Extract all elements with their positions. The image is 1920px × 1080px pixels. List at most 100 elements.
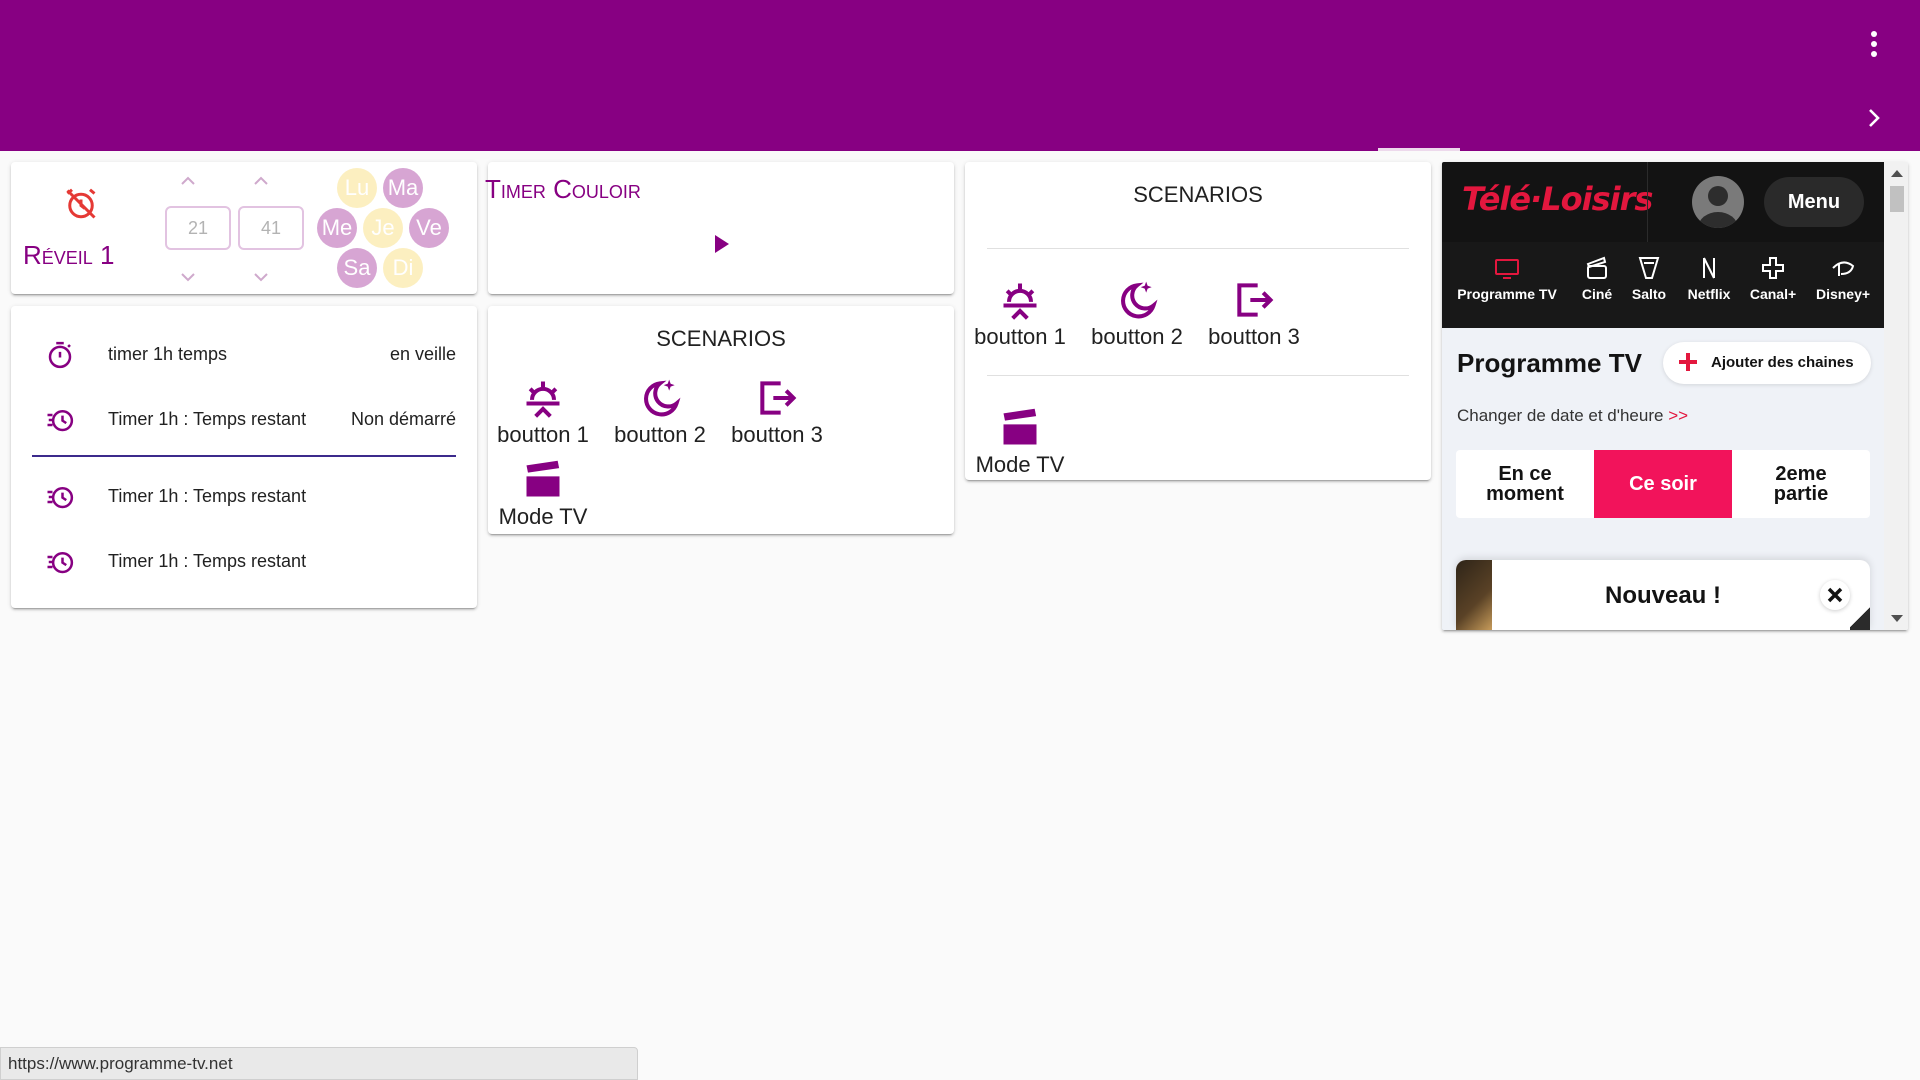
close-icon[interactable] [1820,580,1850,610]
clapperboard-icon [1586,256,1607,279]
timer-icon [48,341,72,369]
divider [1647,162,1648,242]
tl-nav-label: Netflix [1687,286,1731,302]
day-toggle-sa[interactable]: Sa [337,248,377,288]
change-date-label: Changer de date et d'heure [1457,406,1664,425]
moon-star-icon [644,379,681,417]
scrollbar-thumb[interactable] [1890,186,1904,212]
timer-history-icon [47,552,74,574]
tab-ce-soir[interactable]: Ce soir [1594,450,1732,518]
add-channels-label: Ajouter des chaines [1711,354,1854,371]
plus-icon [1762,257,1784,279]
clapperboard-icon [1003,408,1037,445]
alarm-off-icon[interactable] [63,186,99,222]
minute-down-chevron-icon[interactable] [253,272,269,282]
logout-icon [760,381,797,415]
status-bar-url: https://www.programme-tv.net [0,1047,638,1080]
day-toggle-lu[interactable]: Lu [337,168,377,208]
tl-nav-label: Disney+ [1815,286,1871,302]
minute-input[interactable]: 41 [238,206,304,250]
change-date-arrow: >> [1668,406,1689,425]
day-toggle-me[interactable]: Me [317,208,357,248]
play-icon[interactable] [712,232,732,256]
change-date-link[interactable]: Changer de date et d'heure >> [1457,406,1688,426]
divider [32,455,456,457]
timer-row[interactable]: Timer 1h : Temps restant Non démarré [11,399,477,439]
scroll-down-icon[interactable] [1891,615,1903,622]
day-toggle-ma[interactable]: Ma [383,168,423,208]
timer-history-icon [47,487,74,509]
scenario-button-3[interactable]: boutton 3 [722,376,832,456]
tl-nav-cine[interactable]: Ciné [1572,254,1622,302]
timers-card: timer 1h temps en veille Timer 1h : Temp… [11,306,477,608]
timer-couloir-card: Timer Couloir [485,162,954,294]
chevron-right-icon[interactable] [1862,106,1886,130]
mode-tv-button[interactable]: Mode TV [488,458,598,538]
timer-status: en veille [389,344,456,364]
timer-status: Non démarré [350,409,456,429]
logout-icon [1237,283,1274,317]
user-icon [1698,186,1738,228]
scenario-button-1[interactable]: boutton 1 [965,278,1075,358]
scenario-label: boutton 1 [497,422,589,447]
more-options-icon[interactable] [1868,28,1880,62]
mode-tv-button[interactable]: Mode TV [965,406,1075,486]
timer-row[interactable]: Timer 1h : Temps restant [11,541,477,581]
timer-history-icon [47,410,74,432]
tab-label: Ce soir [1629,473,1697,495]
day-toggle-je[interactable]: Je [363,208,403,248]
new-banner: Nouveau ! [1456,560,1870,630]
tl-heading: Programme TV [1457,348,1642,378]
scenario-button-1[interactable]: boutton 1 [488,376,598,456]
divider [987,248,1409,249]
alarm-title: Réveil 1 [23,240,115,270]
tl-nav-label: Programme TV [1457,286,1557,302]
scenario-label: boutton 3 [731,422,823,447]
tele-loisirs-iframe: Télé·Loisirs Menu Programme TV Ciné Salt… [1442,162,1908,630]
timer-label: timer 1h temps [108,344,228,364]
netflix-icon [1703,257,1715,279]
timer-label: Timer 1h : Temps restant [108,409,307,429]
tl-nav-disney[interactable]: Disney+ [1806,254,1880,302]
scenario-button-2[interactable]: boutton 2 [605,376,715,456]
tab-2eme-partie[interactable]: 2eme partie [1732,450,1870,518]
tl-header: Télé·Loisirs Menu [1442,162,1884,242]
minute-up-chevron-icon[interactable] [253,176,269,186]
add-channels-button[interactable]: Ajouter des chaines [1663,342,1871,384]
clapperboard-icon [526,460,560,497]
card-title: Timer Couloir [485,174,641,204]
avatar[interactable] [1692,176,1744,228]
scroll-up-icon[interactable] [1891,170,1903,177]
tv-icon [1495,259,1519,279]
hour-down-chevron-icon[interactable] [180,272,196,282]
banner-title: Nouveau ! [1604,582,1721,609]
card-title: SCENARIOS [1133,182,1263,207]
scenario-label: boutton 1 [974,324,1066,349]
tl-nav-label: Ciné [1581,286,1613,302]
sunrise-icon [1003,283,1037,320]
scrollbar[interactable] [1884,162,1908,630]
hour-up-chevron-icon[interactable] [180,176,196,186]
timer-row[interactable]: timer 1h temps en veille [11,334,477,374]
tl-logo[interactable]: Télé·Loisirs [1462,180,1653,218]
hour-input[interactable]: 21 [165,206,231,250]
day-toggle-di[interactable]: Di [383,248,423,288]
timer-label: Timer 1h : Temps restant [108,486,307,506]
scenario-label: Mode TV [498,504,588,529]
tl-nav-canal[interactable]: Canal+ [1744,254,1802,302]
moon-star-icon [1121,281,1158,319]
alarm-card: Réveil 1 21 41 Lu Ma Me Je Ve Sa Di [11,162,477,294]
tl-nav-salto[interactable]: Salto [1624,254,1674,302]
tab-label: 2eme partie [1773,463,1829,505]
scenario-button-3[interactable]: boutton 3 [1199,278,1309,358]
timer-row[interactable]: Timer 1h : Temps restant [11,476,477,516]
scenario-button-2[interactable]: boutton 2 [1082,278,1192,358]
timer-label: Timer 1h : Temps restant [108,551,307,571]
tab-en-ce-moment[interactable]: En ce moment [1456,450,1594,518]
tl-menu-button[interactable]: Menu [1764,177,1864,227]
plus-icon [1679,353,1697,371]
tl-nav-netflix[interactable]: Netflix [1678,254,1740,302]
day-toggle-ve[interactable]: Ve [409,208,449,248]
scenario-label: boutton 2 [614,422,706,447]
tl-nav-programme-tv[interactable]: Programme TV [1448,254,1566,302]
